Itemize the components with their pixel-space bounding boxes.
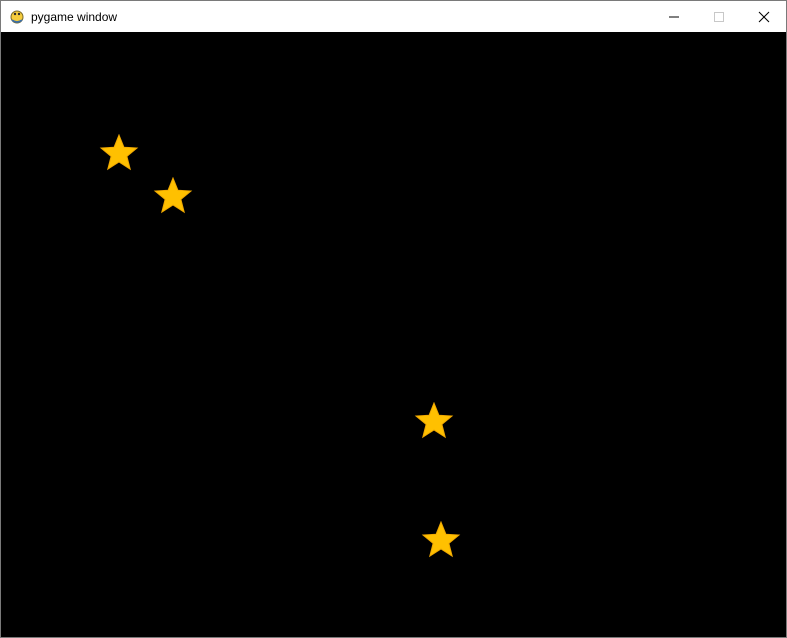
minimize-icon <box>669 16 679 17</box>
window-title: pygame window <box>31 10 118 24</box>
pygame-window: pygame window <box>0 0 787 638</box>
close-button[interactable] <box>742 1 786 32</box>
star-sprite <box>414 402 454 439</box>
star-sprite <box>153 177 193 214</box>
game-canvas[interactable] <box>1 32 786 637</box>
maximize-button[interactable] <box>697 1 741 32</box>
star-sprite <box>421 521 461 558</box>
minimize-button[interactable] <box>652 1 696 32</box>
star-sprite <box>99 134 139 171</box>
pygame-snake-icon <box>9 8 25 24</box>
maximize-icon <box>714 11 724 22</box>
close-icon <box>758 11 770 22</box>
title-bar[interactable]: pygame window <box>1 1 786 32</box>
